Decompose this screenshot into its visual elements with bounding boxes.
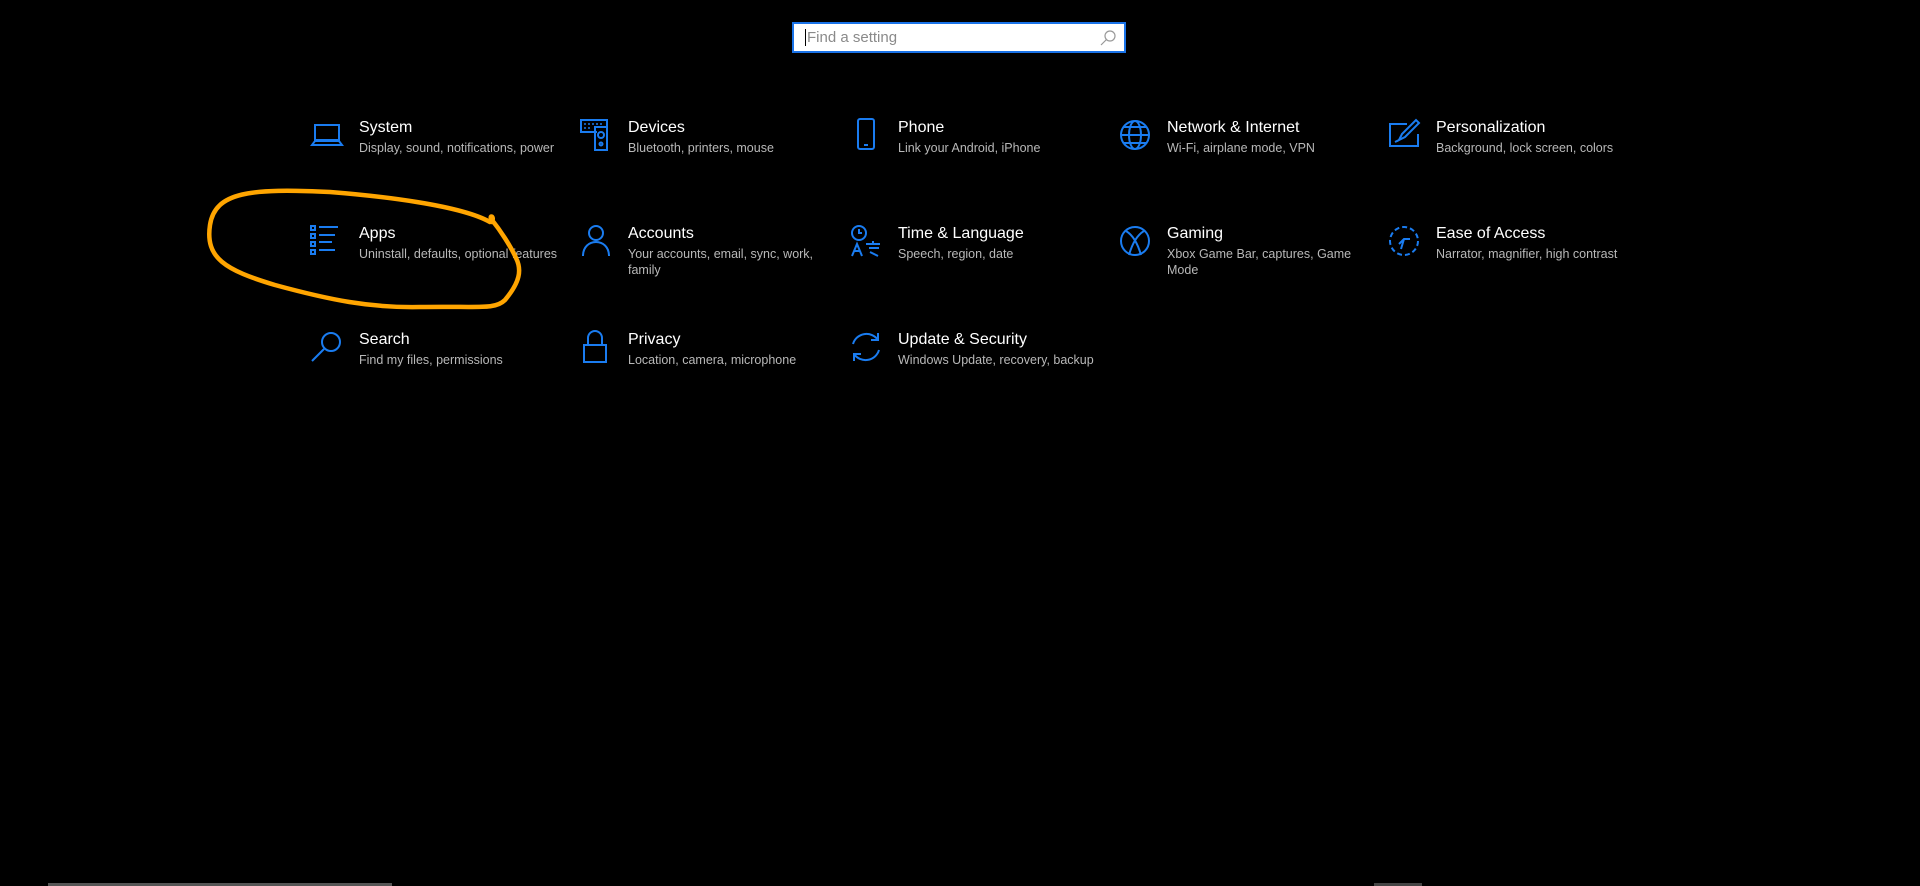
sync-icon bbox=[852, 332, 880, 362]
tile-desc: Narrator, magnifier, high contrast bbox=[1436, 247, 1618, 261]
tile-update-security[interactable]: Update & Security Windows Update, recover… bbox=[849, 330, 1099, 420]
tile-title: Network & Internet bbox=[1167, 119, 1300, 136]
globe-icon bbox=[1120, 120, 1150, 150]
tile-title: Privacy bbox=[628, 331, 681, 348]
tile-title: Update & Security bbox=[898, 331, 1027, 348]
tile-accounts[interactable]: Accounts Your accounts, email, sync, work… bbox=[579, 224, 829, 314]
ease-of-access-icon bbox=[1389, 226, 1419, 256]
tile-desc: Windows Update, recovery, backup bbox=[898, 353, 1094, 367]
tile-title: Phone bbox=[898, 119, 945, 136]
tile-title: System bbox=[359, 119, 413, 136]
search-icon[interactable] bbox=[1098, 28, 1118, 48]
apps-list-icon bbox=[310, 225, 338, 255]
tile-gaming[interactable]: Gaming Xbox Game Bar, captures, Game Mode bbox=[1118, 224, 1368, 314]
magnifier-icon bbox=[311, 332, 341, 362]
lock-icon bbox=[583, 330, 607, 363]
personalization-icon bbox=[1389, 118, 1421, 147]
tile-desc: Uninstall, defaults, optional features bbox=[359, 247, 558, 261]
tile-desc: Find my files, permissions bbox=[359, 353, 503, 367]
laptop-icon bbox=[310, 124, 344, 146]
tile-title: Accounts bbox=[628, 225, 694, 242]
xbox-icon bbox=[1120, 226, 1150, 256]
tile-apps[interactable]: Apps Uninstall, defaults, optional featur… bbox=[310, 224, 560, 314]
tile-personalization[interactable]: Personalization Background, lock screen, … bbox=[1387, 118, 1637, 208]
tile-search[interactable]: Search Find my files, permissions bbox=[310, 330, 560, 420]
time-language-icon bbox=[851, 225, 880, 257]
phone-icon bbox=[857, 118, 875, 150]
tile-desc: Xbox Game Bar, captures, Game Mode bbox=[1167, 247, 1352, 277]
tile-title: Apps bbox=[359, 225, 396, 242]
tile-ease-of-access[interactable]: Ease of Access Narrator, magnifier, high … bbox=[1387, 224, 1637, 314]
tile-desc: Location, camera, microphone bbox=[628, 353, 797, 367]
tile-desc: Background, lock screen, colors bbox=[1436, 141, 1614, 155]
tile-desc: Display, sound, notifications, power bbox=[359, 141, 555, 155]
tile-network[interactable]: Network & Internet Wi-Fi, airplane mode, … bbox=[1118, 118, 1368, 208]
tile-phone[interactable]: Phone Link your Android, iPhone bbox=[849, 118, 1099, 208]
tile-title: Ease of Access bbox=[1436, 225, 1546, 242]
search-box[interactable] bbox=[792, 22, 1126, 53]
tile-title: Personalization bbox=[1436, 119, 1546, 136]
tile-title: Devices bbox=[628, 119, 685, 136]
tile-devices[interactable]: Devices Bluetooth, printers, mouse bbox=[579, 118, 829, 208]
tile-system[interactable]: System Display, sound, notifications, pow… bbox=[310, 118, 560, 208]
tile-privacy[interactable]: Privacy Location, camera, microphone bbox=[579, 330, 829, 420]
tile-desc: Your accounts, email, sync, work, family bbox=[628, 247, 814, 277]
tile-desc: Speech, region, date bbox=[898, 247, 1014, 261]
tile-title: Gaming bbox=[1167, 225, 1224, 242]
tile-desc: Wi-Fi, airplane mode, VPN bbox=[1167, 141, 1315, 155]
tile-title: Search bbox=[359, 331, 410, 348]
tile-time-language[interactable]: Time & Language Speech, region, date bbox=[849, 224, 1099, 314]
tile-title: Time & Language bbox=[898, 225, 1024, 242]
person-icon bbox=[582, 225, 610, 257]
devices-icon bbox=[580, 119, 608, 151]
search-input[interactable] bbox=[806, 29, 1098, 46]
tile-desc: Bluetooth, printers, mouse bbox=[628, 141, 774, 155]
tile-desc: Link your Android, iPhone bbox=[898, 141, 1041, 155]
